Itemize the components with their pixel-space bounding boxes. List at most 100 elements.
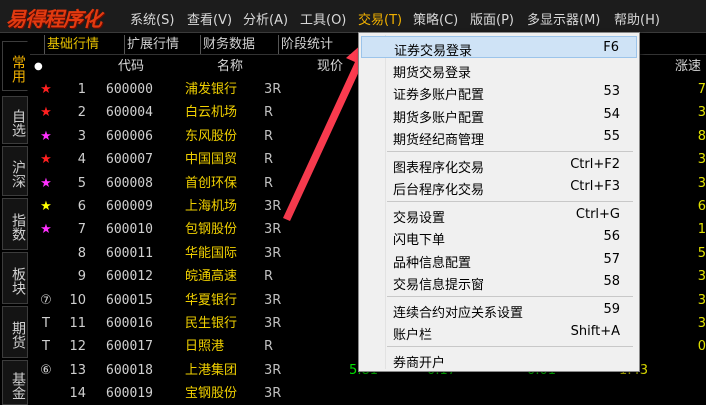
stock-name: 白云机场 bbox=[185, 105, 238, 121]
menu-2[interactable]: 分析(A) bbox=[243, 9, 288, 28]
menu-item-label: 后台程序化交易 bbox=[393, 183, 485, 198]
stock-code: 600000 bbox=[106, 82, 153, 97]
row-marker-icon: ★ bbox=[40, 152, 52, 168]
stock-code: 600019 bbox=[106, 386, 153, 402]
stock-speed: 3 bbox=[697, 269, 706, 285]
side-tab-2[interactable]: 沪深 bbox=[2, 146, 28, 196]
trade-menu-item[interactable]: 账户栏 Shift+A bbox=[361, 321, 637, 343]
trade-menu-item[interactable]: 交易设置 Ctrl+G bbox=[361, 204, 637, 226]
menu-item-label: 期货多账户配置 bbox=[393, 110, 485, 126]
stock-flag: 3R bbox=[264, 82, 282, 97]
menu-item-label: 证券多账户配置 bbox=[393, 88, 485, 103]
menu-item-shortcut: 55 bbox=[603, 129, 620, 144]
menu-item-shortcut: Ctrl+F3 bbox=[570, 179, 620, 194]
row-index: 13 bbox=[69, 362, 86, 378]
menu-5[interactable]: 策略(C) bbox=[413, 9, 458, 28]
col-header-speed[interactable]: 涨速 bbox=[675, 55, 701, 78]
menu-item-shortcut: Ctrl+G bbox=[575, 206, 620, 222]
stock-code: 600018 bbox=[106, 362, 153, 378]
side-tab-1[interactable]: 自选 bbox=[2, 96, 28, 144]
menu-4[interactable]: 交易(T) bbox=[358, 9, 402, 28]
sub-tab-2[interactable]: 财务数据 bbox=[200, 35, 257, 54]
side-tab-6[interactable]: 基金 bbox=[2, 360, 28, 405]
row-index: 1 bbox=[77, 82, 86, 97]
trade-menu-dropdown: 证券交易登录 F6 期货交易登录 证券多账户配置 53 期货多账户配置 54 期货经纪商管理 5… bbox=[358, 32, 640, 372]
stock-code: 600007 bbox=[106, 152, 153, 168]
row-marker-icon bbox=[38, 382, 54, 405]
trade-menu-item[interactable]: 证券交易登录 F6 bbox=[361, 36, 637, 59]
row-marker-icon bbox=[38, 265, 54, 288]
row-marker-icon: ⑦ bbox=[40, 292, 52, 308]
trade-menu-item[interactable]: 后台程序化交易 Ctrl+F3 bbox=[361, 176, 637, 198]
trade-menu-item[interactable]: 证券多账户配置 53 bbox=[361, 81, 637, 103]
side-tab-5[interactable]: 期货 bbox=[2, 306, 28, 358]
col-header-name[interactable]: 名称 bbox=[217, 55, 243, 78]
stock-speed: 0 bbox=[697, 339, 706, 355]
stock-flag: 3R bbox=[264, 222, 282, 238]
menu-0[interactable]: 系统(S) bbox=[130, 9, 174, 28]
sub-tab-1[interactable]: 扩展行情 bbox=[124, 35, 181, 54]
side-tab-4[interactable]: 板块 bbox=[2, 252, 28, 304]
row-marker-icon bbox=[38, 242, 54, 265]
stock-speed: 3 bbox=[697, 175, 706, 191]
menu-item-label: 闪电下单 bbox=[393, 233, 446, 248]
stock-flag: 3R bbox=[264, 362, 282, 378]
stock-name: 浦发银行 bbox=[185, 82, 238, 97]
trade-menu-item[interactable]: 券商开户 bbox=[361, 349, 637, 371]
sub-tab-3[interactable]: 阶段统计 bbox=[278, 35, 335, 54]
trade-menu-item[interactable]: 连续合约对应关系设置 59 bbox=[361, 299, 637, 321]
side-tab-3[interactable]: 指数 bbox=[2, 198, 28, 250]
menu-6[interactable]: 版面(P) bbox=[470, 9, 514, 28]
stock-code: 600008 bbox=[106, 175, 153, 191]
row-marker-icon: ★ bbox=[40, 222, 52, 238]
stock-speed: 3 bbox=[697, 152, 706, 168]
trade-menu-item[interactable]: 交易信息提示窗 58 bbox=[361, 271, 637, 293]
menu-item-label: 交易设置 bbox=[393, 210, 446, 226]
stock-code: 600017 bbox=[106, 339, 153, 355]
col-header-code[interactable]: 代码 bbox=[118, 55, 144, 78]
menu-item-shortcut: 56 bbox=[603, 229, 620, 244]
stock-code: 600006 bbox=[106, 128, 153, 144]
side-tabs: 常用自选 沪深 指数 板块 期货 基金 bbox=[0, 33, 30, 405]
table-row[interactable]: 14 600019 宝钢股份 3R bbox=[30, 382, 706, 405]
trade-menu-item[interactable]: 图表程序化交易 Ctrl+F2 bbox=[361, 154, 637, 176]
row-marker-icon: ★ bbox=[40, 199, 52, 214]
side-tab-0[interactable]: 常用 bbox=[2, 41, 28, 91]
stock-name: 首创环保 bbox=[185, 175, 238, 191]
stock-name: 华夏银行 bbox=[185, 292, 238, 308]
stock-speed: 3 bbox=[697, 316, 706, 331]
stock-flag: 3R bbox=[264, 316, 282, 331]
stock-speed: 7 bbox=[697, 82, 706, 97]
stock-code: 600010 bbox=[106, 222, 153, 238]
trade-menu-item[interactable]: 期货经纪商管理 55 bbox=[361, 126, 637, 148]
stock-flag: 3R bbox=[264, 245, 282, 261]
col-header-price[interactable]: 现价 bbox=[317, 55, 343, 78]
menu-item-shortcut: Ctrl+F2 bbox=[570, 156, 620, 172]
stock-flag: 3R bbox=[264, 199, 282, 214]
menu-1[interactable]: 查看(V) bbox=[187, 9, 232, 28]
stock-speed: 6 bbox=[697, 199, 706, 214]
stock-name: 宝钢股份 bbox=[185, 386, 238, 402]
menu-3[interactable]: 工具(O) bbox=[300, 9, 346, 28]
trade-menu-item[interactable]: 期货多账户配置 54 bbox=[361, 104, 637, 126]
trade-menu-item[interactable]: 期货交易登录 bbox=[361, 59, 637, 81]
trade-menu-item[interactable]: 闪电下单 56 bbox=[361, 226, 637, 248]
row-index: 11 bbox=[69, 316, 86, 331]
stock-speed: 3 bbox=[697, 292, 706, 308]
stock-code: 600009 bbox=[106, 199, 153, 214]
stock-name: 中国国贸 bbox=[185, 152, 238, 168]
row-index: 8 bbox=[77, 245, 86, 261]
stock-name: 东风股份 bbox=[185, 128, 238, 144]
stock-speed: 1 bbox=[697, 222, 706, 238]
menu-item-shortcut: F6 bbox=[603, 40, 619, 55]
row-index: 12 bbox=[69, 339, 86, 355]
trade-menu-item[interactable]: 品种信息配置 57 bbox=[361, 249, 637, 271]
sub-tab-0[interactable]: 基础行情 bbox=[44, 35, 101, 54]
menu-8[interactable]: 帮助(H) bbox=[614, 9, 660, 28]
menu-7[interactable]: 多显示器(M) bbox=[527, 9, 600, 28]
row-index: 10 bbox=[69, 292, 86, 308]
menu-separator bbox=[387, 150, 633, 152]
row-index: 5 bbox=[77, 175, 86, 191]
stock-flag: R bbox=[264, 339, 274, 355]
row-marker-icon: ★ bbox=[40, 82, 52, 97]
